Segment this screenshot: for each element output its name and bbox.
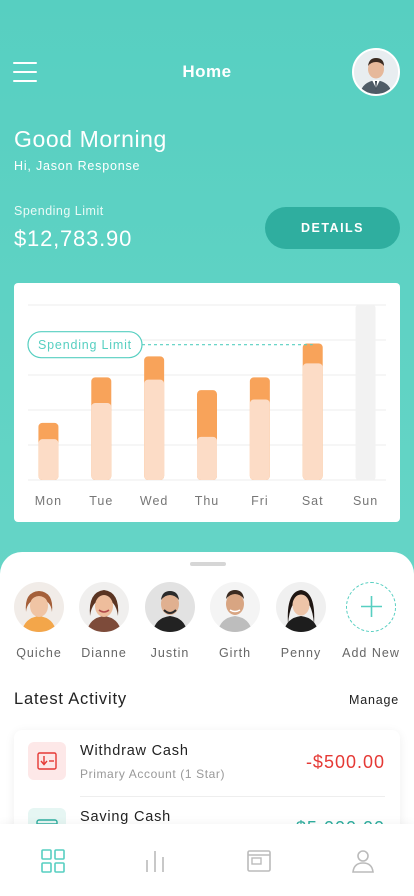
tick-label-wed: Wed: [140, 494, 168, 508]
details-button[interactable]: DETAILS: [265, 207, 400, 249]
bottom-tab-bar: [0, 824, 414, 896]
header: Home: [0, 0, 414, 140]
limit-label: Spending Limit: [38, 338, 132, 352]
contact-justin[interactable]: Justin: [137, 582, 203, 660]
contact-avatar: [145, 582, 195, 632]
bar-chart-icon[interactable]: [142, 848, 168, 874]
plus-icon: [360, 596, 382, 617]
contact-penny[interactable]: Penny: [268, 582, 334, 660]
contact-name: Justin: [150, 646, 190, 660]
activity-subtitle: Primary Account (1 Star): [80, 767, 226, 781]
contact-avatar: [276, 582, 326, 632]
activity-title: Withdraw Cash: [80, 743, 189, 759]
sheet-drag-handle[interactable]: [190, 562, 226, 566]
contact-avatar: [210, 582, 260, 632]
latest-activity-title: Latest Activity: [14, 690, 127, 708]
avatar[interactable]: [352, 48, 400, 96]
contact-name: Girth: [218, 646, 252, 660]
bar-base-fri: [249, 399, 270, 480]
contact-quiche[interactable]: Quiche: [6, 582, 72, 660]
tick-label-thu: Thu: [195, 494, 220, 508]
bar-base-tue: [91, 403, 112, 480]
contact-name: Penny: [280, 646, 322, 660]
activity-amount: -$500.00: [305, 752, 385, 772]
tick-label-sun: Sun: [353, 494, 378, 508]
chart-svg: Mon Tue Wed Thu Fri Sat Sun Spending Limit: [27, 304, 386, 508]
tick-label-fri: Fri: [251, 494, 269, 508]
tick-label-mon: Mon: [35, 494, 62, 508]
bar-base-wed: [144, 379, 165, 480]
activity-item-withdraw[interactable]: Withdraw Cash Primary Account (1 Star) -…: [14, 730, 400, 797]
add-new-label: Add New: [342, 646, 400, 660]
bar-base-sat: [302, 363, 323, 480]
greeting-subtitle: Hi, Jason Response: [14, 159, 141, 173]
contact-girth[interactable]: Girth: [202, 582, 268, 660]
highlight-column: [355, 305, 376, 480]
contacts-row: Quiche Dianne Justin Girth Penny Add New: [0, 582, 414, 662]
spending-limit-label: Spending Limit: [14, 204, 104, 218]
add-new-circle: [346, 582, 396, 632]
spending-limit-value: $12,783.90: [14, 226, 133, 251]
contact-name: Quiche: [16, 646, 62, 660]
greeting-title: Good Morning: [14, 126, 167, 152]
grid-icon[interactable]: [40, 848, 66, 874]
bar-base-thu: [197, 436, 217, 480]
contact-avatar: [14, 582, 64, 632]
contact-avatar: [79, 582, 129, 632]
contact-name: Dianne: [81, 646, 127, 660]
withdraw-icon: [28, 742, 66, 780]
bar-base-mon: [38, 439, 59, 480]
activity-title: Saving Cash: [80, 809, 172, 825]
wallet-icon[interactable]: [246, 848, 272, 874]
contact-dianne[interactable]: Dianne: [71, 582, 137, 660]
spending-chart: Mon Tue Wed Thu Fri Sat Sun Spending Limit: [14, 283, 400, 522]
tick-label-tue: Tue: [89, 494, 113, 508]
user-icon[interactable]: [350, 848, 376, 874]
tick-label-sat: Sat: [302, 494, 324, 508]
manage-link[interactable]: Manage: [349, 693, 399, 707]
add-new-contact-button[interactable]: Add New: [338, 582, 404, 660]
